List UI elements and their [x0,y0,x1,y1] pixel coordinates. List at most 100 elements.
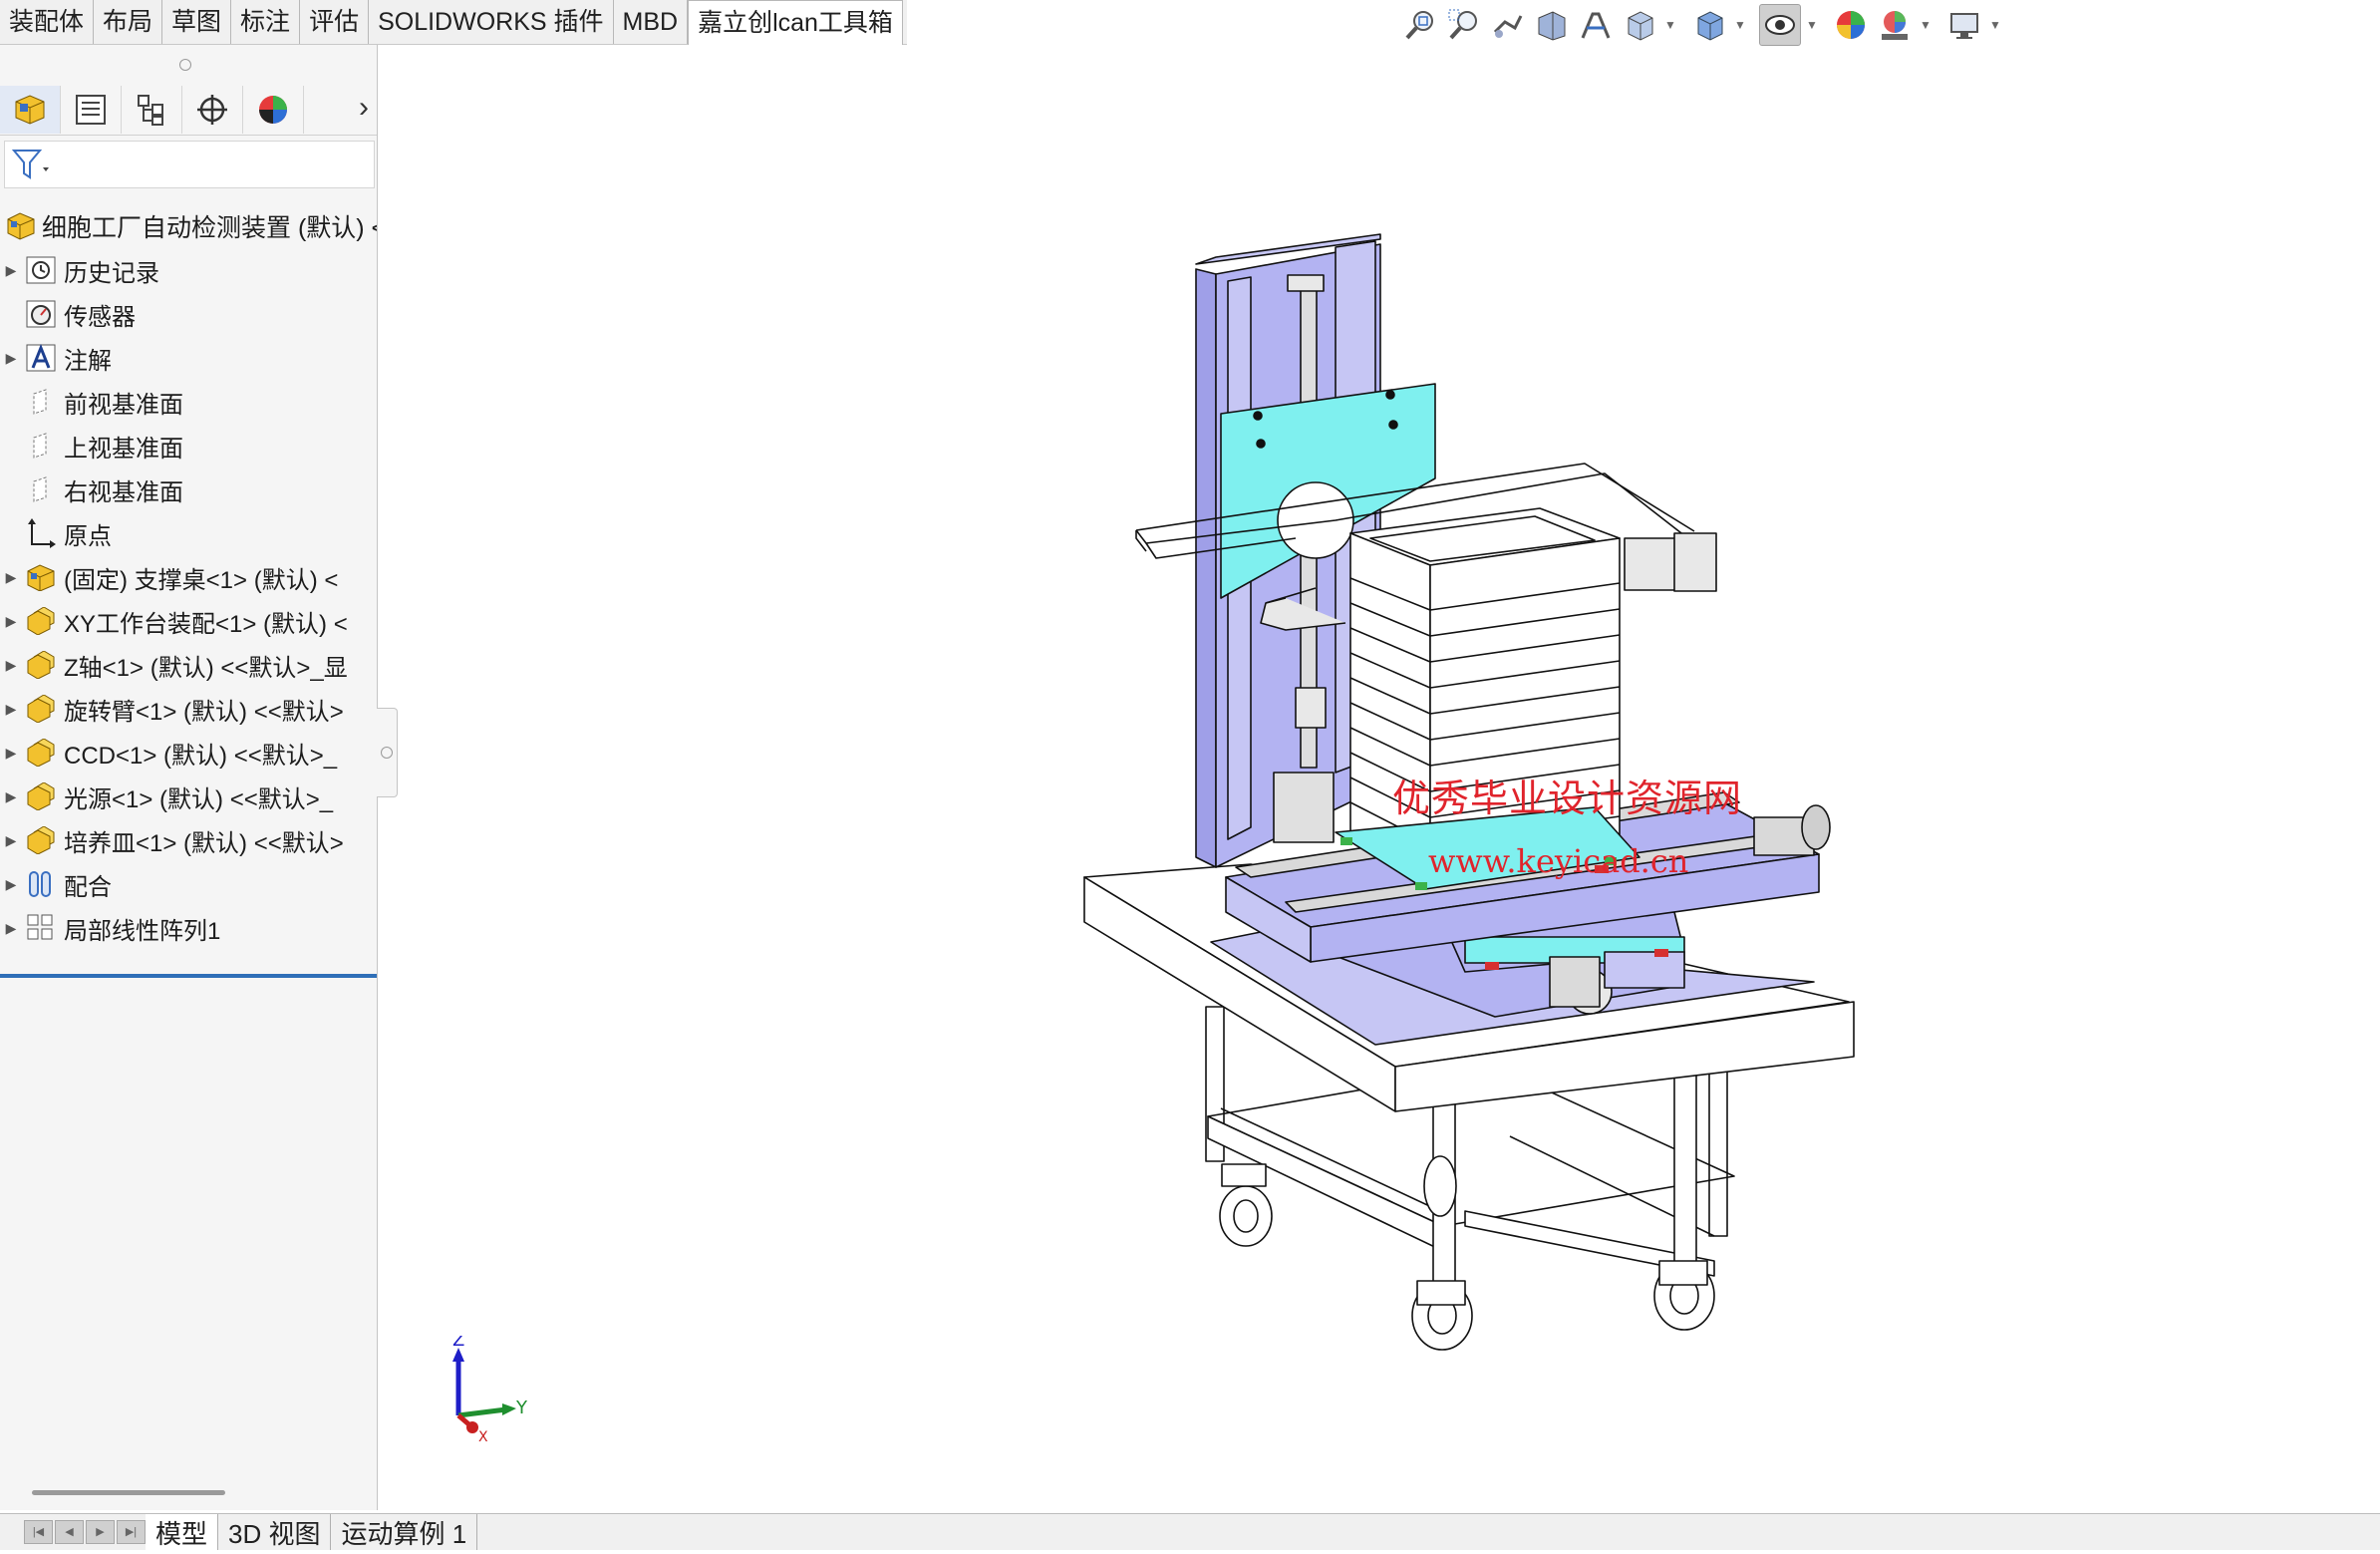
tab-mbd[interactable]: MBD [614,0,689,44]
reference-triad: Z Y X [439,1330,538,1460]
subassembly-icon [22,779,60,813]
tree-item[interactable]: ▶ 光源<1> (默认) <<默认>_ [0,775,377,818]
triad-z-label: Z [452,1336,464,1351]
tab-evaluate[interactable]: 评估 [300,0,370,44]
dimxpert-icon[interactable] [182,86,243,134]
first-tab-button[interactable]: |◀ [24,1520,53,1544]
tree-item-label: 培养皿<1> (默认) <<默认> [64,829,344,857]
tree-item[interactable]: 右视基准面 [0,467,377,511]
tree-item[interactable]: ▶ (固定) 支撑桌<1> (默认) < [0,555,377,599]
subassembly-icon [22,823,60,857]
chevron-down-icon[interactable]: ▼ [1663,18,1677,32]
panel-grip[interactable] [179,59,191,71]
tree-item[interactable]: ▶ 培养皿<1> (默认) <<默认> [0,818,377,862]
last-tab-button[interactable]: ▶| [117,1520,146,1544]
tree-item-label: 前视基准面 [64,391,183,419]
propertymanager-icon[interactable] [61,86,122,134]
chevron-right-icon[interactable]: › [359,91,369,125]
tree-root-assembly[interactable]: 细胞工厂自动检测装置 (默认) < [6,204,377,248]
chevron-down-icon[interactable]: ▼ [1733,18,1747,32]
expand-arrow-icon[interactable]: ▶ [0,876,22,893]
edit-appearance-icon[interactable] [1831,5,1871,45]
next-tab-button[interactable]: ▶ [86,1520,115,1544]
expand-arrow-icon[interactable]: ▶ [0,832,22,849]
chevron-down-icon[interactable]: ▼ [1919,18,1933,32]
graphics-area[interactable]: 优秀毕业设计资源网 www.keyicad.cn [379,50,2380,1511]
horizontal-scrollbar[interactable] [32,1490,225,1495]
zoom-to-fit-icon[interactable] [1400,5,1440,45]
tree-item[interactable]: 原点 [0,511,377,555]
tree-item-label: Z轴<1> (默认) <<默认>_显 [64,654,348,682]
plane-icon [22,385,60,419]
watermark-title: 优秀毕业设计资源网 [1392,777,1743,820]
tree-item[interactable]: ▶ CCD<1> (默认) <<默认>_ [0,731,377,775]
tab-sketch[interactable]: 草图 [162,0,232,44]
apply-scene-icon[interactable] [1875,5,1915,45]
tab-3d-views[interactable]: 3D 视图 [218,1514,332,1550]
expand-arrow-icon[interactable]: ▶ [0,745,22,762]
tree-item[interactable]: ▶ 历史记录 [0,248,377,292]
tab-lcan-toolbox[interactable]: 嘉立创lcan工具箱 [688,0,903,45]
tab-model[interactable]: 模型 [146,1514,219,1550]
panel-tab-strip: › [0,85,377,136]
featuremanager-tree-icon[interactable] [0,86,61,134]
tree-item[interactable]: ▶ 局部线性阵列1 [0,906,377,950]
tree-item[interactable]: ▶ 配合 [0,862,377,906]
tree-item[interactable]: 传感器 [0,292,377,336]
tree-item-label: (固定) 支撑桌<1> (默认) < [64,566,339,594]
chevron-down-icon[interactable]: ▼ [1805,18,1819,32]
view-orientation-icon[interactable] [1620,5,1659,45]
display-manager-icon[interactable] [243,86,304,134]
annotation-icon [22,341,60,375]
tab-assembly[interactable]: 装配体 [0,0,95,44]
expand-arrow-icon[interactable]: ▶ [0,350,22,367]
command-manager-tabs: 装配体 布局 草图 标注 评估 SOLIDWORKS 插件 MBD 嘉立创lca… [0,0,907,45]
expand-arrow-icon[interactable]: ▶ [0,569,22,586]
tree-item-label: 上视基准面 [64,435,183,463]
tree-item-label: 局部线性阵列1 [64,917,221,945]
tree-item[interactable]: ▶ XY工作台装配<1> (默认) < [0,599,377,643]
rollback-bar[interactable] [0,974,377,978]
dynamic-annotation-icon[interactable] [1576,5,1616,45]
mates-icon [22,867,60,901]
culture-dish-stack [1335,507,1640,890]
tree-item[interactable]: 上视基准面 [0,424,377,467]
tab-layout[interactable]: 布局 [94,0,163,44]
tree-filter-box[interactable] [4,141,375,188]
chevron-down-icon[interactable]: ▼ [1988,18,2002,32]
tree-item-label: 历史记录 [64,259,159,287]
expand-arrow-icon[interactable]: ▶ [0,920,22,937]
tree-item[interactable]: ▶ Z轴<1> (默认) <<默认>_显 [0,643,377,687]
expand-arrow-icon[interactable]: ▶ [0,701,22,718]
tab-markup[interactable]: 标注 [231,0,301,44]
hide-show-items-icon[interactable] [1759,4,1801,46]
tree-item-label: 配合 [64,873,112,901]
zoom-to-area-icon[interactable] [1444,5,1484,45]
previous-view-icon[interactable] [1488,5,1528,45]
expand-arrow-icon[interactable]: ▶ [0,657,22,674]
display-style-icon[interactable] [1689,5,1729,45]
tree-item[interactable]: ▶ 旋转臂<1> (默认) <<默认> [0,687,377,731]
filter-icon[interactable] [11,148,51,181]
tree-item[interactable]: 前视基准面 [0,380,377,424]
subassembly-icon [22,648,60,682]
tree-item-label: 传感器 [64,303,136,331]
part-icon [22,560,60,594]
section-view-icon[interactable] [1532,5,1572,45]
linear-pattern-icon [22,911,60,945]
previous-tab-button[interactable]: ◀ [55,1520,84,1544]
tree-item-label: 注解 [64,347,112,375]
tab-motion-study-1[interactable]: 运动算例 1 [331,1514,478,1550]
expand-arrow-icon[interactable]: ▶ [0,788,22,805]
subassembly-icon [22,692,60,726]
expand-arrow-icon[interactable]: ▶ [0,613,22,630]
tree-item-label: 右视基准面 [64,478,183,506]
assembly-model-view[interactable] [379,50,2380,1511]
configurationmanager-icon[interactable] [122,86,182,134]
view-settings-icon[interactable] [1944,5,1984,45]
triad-x-label: X [478,1429,488,1445]
tree-item[interactable]: ▶ 注解 [0,336,377,380]
tab-solidworks-addins[interactable]: SOLIDWORKS 插件 [369,0,614,44]
expand-arrow-icon[interactable]: ▶ [0,262,22,279]
bottom-tab-bar: |◀ ◀ ▶ ▶| 模型 3D 视图 运动算例 1 [0,1513,2380,1550]
